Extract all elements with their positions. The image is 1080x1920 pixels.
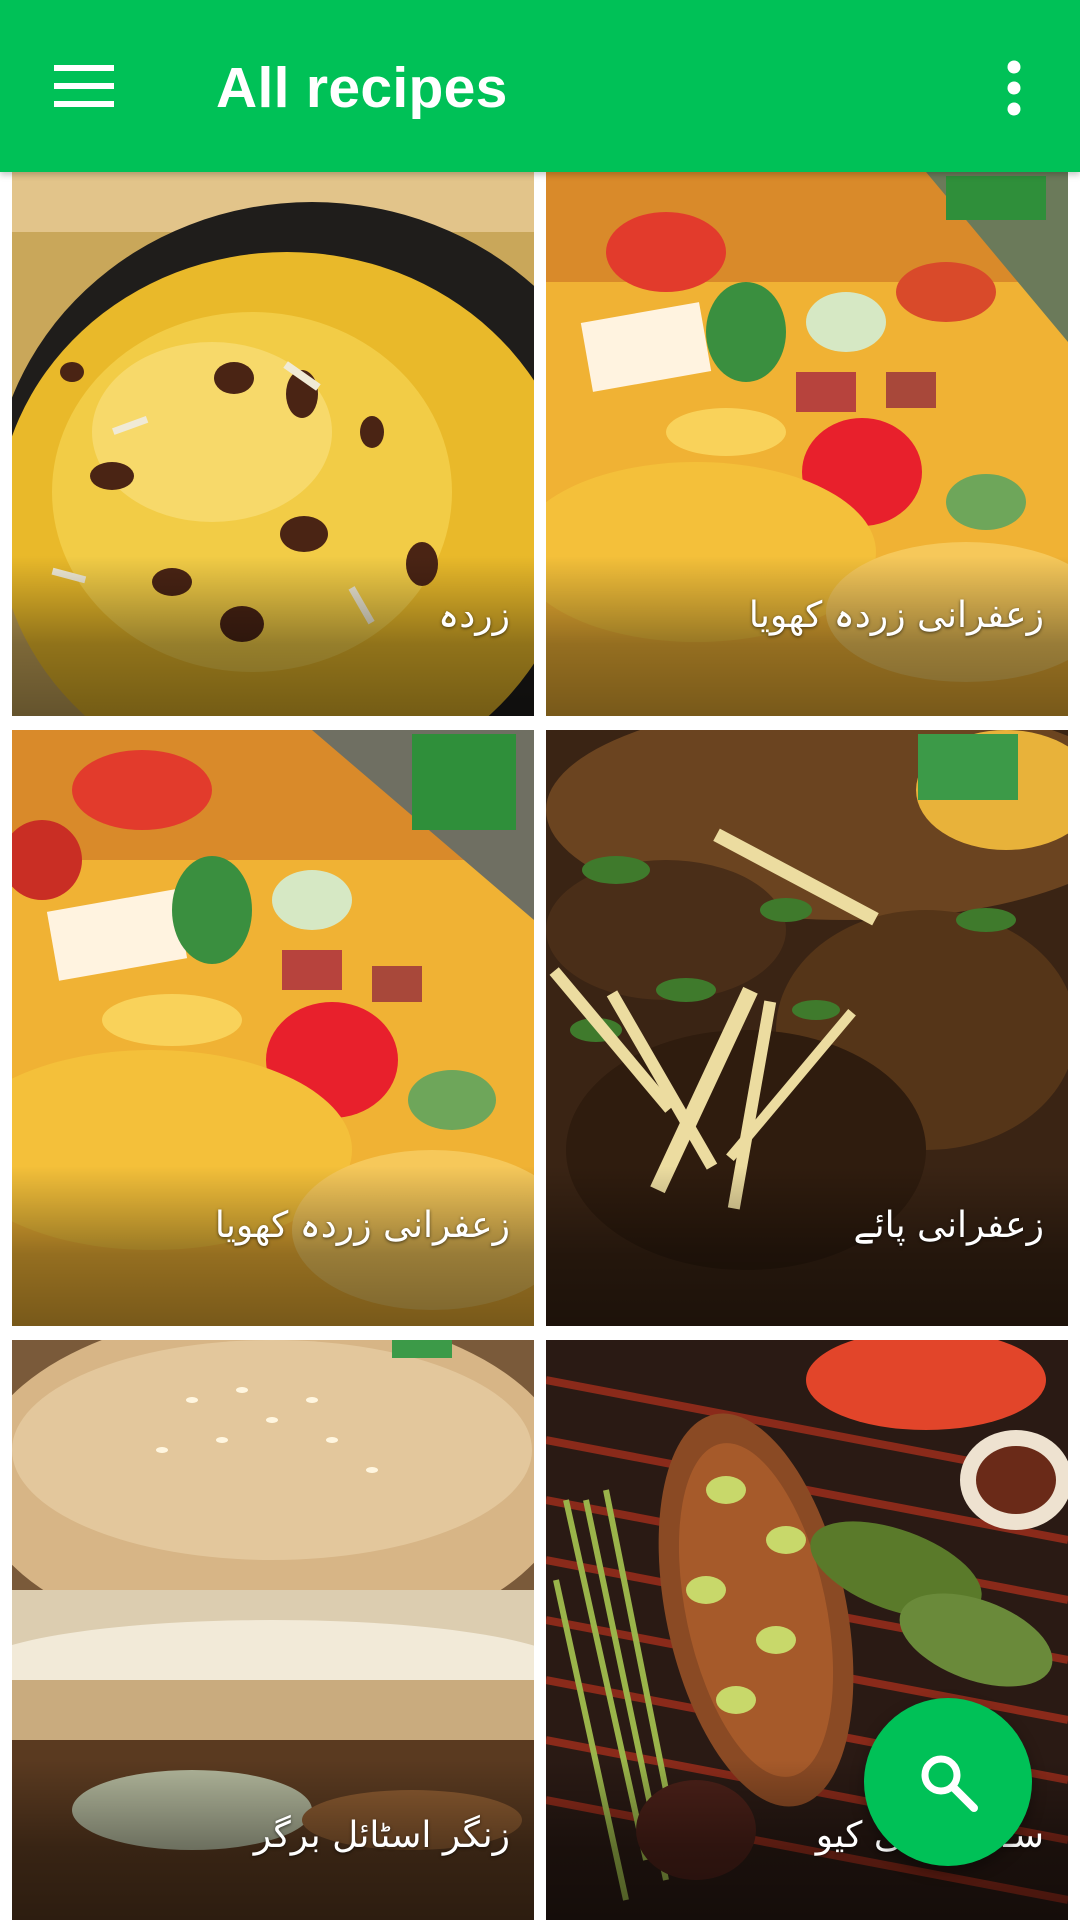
search-icon xyxy=(921,1755,978,1812)
overflow-menu-button[interactable] xyxy=(978,46,1050,130)
recipe-title: زعفرانی زردہ کھویا xyxy=(214,1205,510,1246)
recipe-card[interactable]: زردہ xyxy=(12,172,534,716)
recipe-grid: زردہ زعفرانی زردہ کھویا زعفرانی زردہ کھو… xyxy=(0,172,1080,1920)
recipe-card[interactable]: زعفرانی زردہ کھویا xyxy=(546,172,1068,716)
more-vertical-icon xyxy=(1007,60,1021,116)
recipe-title: زردہ xyxy=(438,595,510,636)
recipe-card[interactable]: زعفرانی زردہ کھویا xyxy=(12,730,534,1326)
app-screen: All recipes زردہ زعفرانی زردہ کھویا زعفر… xyxy=(0,0,1080,1920)
app-bar: All recipes xyxy=(0,0,1080,172)
recipe-card[interactable]: زعفرانی پائے xyxy=(546,730,1068,1326)
hamburger-menu-icon xyxy=(54,65,114,107)
page-title: All recipes xyxy=(216,56,508,120)
recipe-card[interactable]: زنگر اسٹائل برگر xyxy=(12,1340,534,1920)
search-fab-button[interactable] xyxy=(864,1698,1032,1866)
navigation-menu-button[interactable] xyxy=(34,46,134,126)
recipe-title: زعفرانی زردہ کھویا xyxy=(748,595,1044,636)
recipe-title: زنگر اسٹائل برگر xyxy=(253,1815,510,1856)
recipe-title: زعفرانی پائے xyxy=(853,1205,1044,1246)
